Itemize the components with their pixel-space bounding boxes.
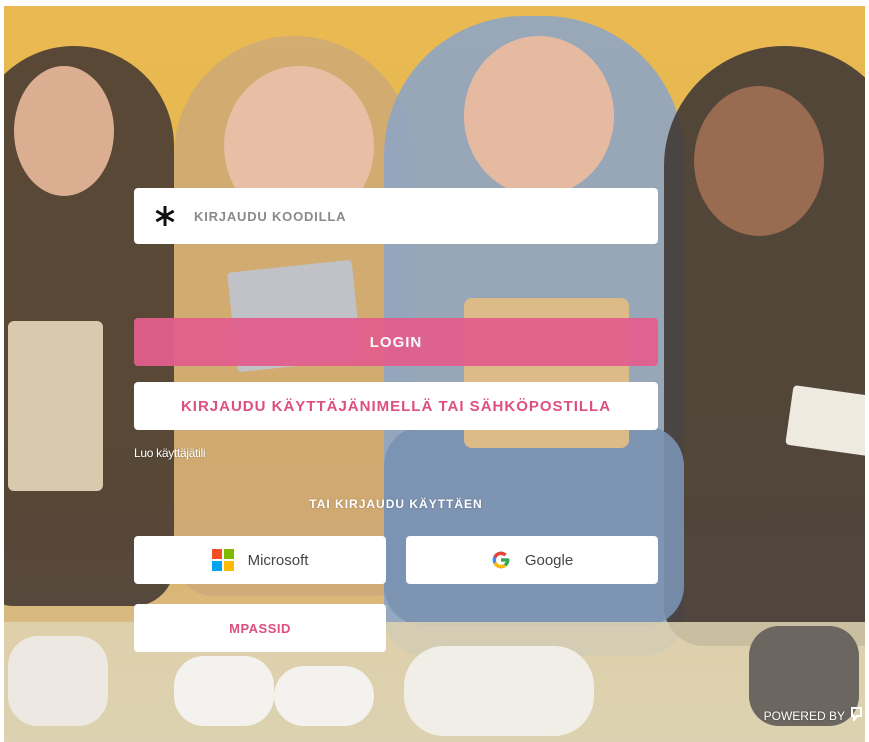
login-page: LOGIN KIRJAUDU KÄYTTÄJÄNIMELLÄ TAI SÄHKÖ…: [0, 0, 869, 742]
login-code-field[interactable]: [134, 188, 658, 244]
google-label: Google: [524, 551, 574, 569]
powered-by: POWERED BY: [764, 707, 863, 724]
brand-logo-icon: [851, 707, 863, 724]
microsoft-login-button[interactable]: Microsoft: [134, 536, 386, 584]
powered-by-label: POWERED BY: [763, 708, 845, 723]
microsoft-icon: [211, 549, 234, 571]
login-code-input[interactable]: [194, 208, 634, 224]
microsoft-label: Microsoft: [247, 551, 309, 569]
login-button[interactable]: LOGIN: [134, 318, 658, 366]
username-login-button[interactable]: KIRJAUDU KÄYTTÄJÄNIMELLÄ TAI SÄHKÖPOSTIL…: [134, 382, 658, 430]
create-account-link[interactable]: Luo käyttäjätili: [134, 446, 206, 460]
google-login-button[interactable]: Google: [406, 536, 658, 584]
mpassid-login-button[interactable]: MPASSID: [134, 604, 386, 652]
asterisk-icon: [154, 205, 176, 227]
google-icon: [491, 550, 511, 570]
alt-login-heading: TAI KIRJAUDU KÄYTTÄEN: [309, 497, 483, 511]
